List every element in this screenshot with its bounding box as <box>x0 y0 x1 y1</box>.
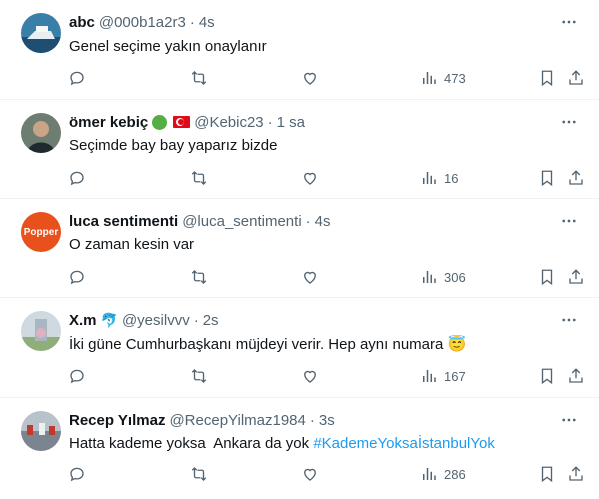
user-handle[interactable]: @000b1a2r3 <box>99 14 186 31</box>
display-name[interactable]: abc <box>69 14 95 31</box>
hashtag-link[interactable]: #KademeYoksaİstanbulYok <box>313 435 495 452</box>
bookmark-icon[interactable] <box>538 68 556 88</box>
green-circle-icon <box>152 114 168 130</box>
views-count: 473 <box>444 70 466 86</box>
separator: · <box>193 311 199 329</box>
action-bar: 306 <box>60 267 599 287</box>
reply-icon[interactable] <box>68 464 86 484</box>
tweet-text: Hatta kademe yoksa Ankara da yok #Kademe… <box>69 435 495 452</box>
reply-icon[interactable] <box>68 168 86 188</box>
avatar[interactable]: Popper <box>21 212 61 252</box>
bookmark-icon[interactable] <box>538 267 556 287</box>
user-handle[interactable]: @Kebic23 <box>194 114 263 131</box>
views-button[interactable]: 16 <box>420 168 458 188</box>
timestamp[interactable]: 1 sa <box>277 114 305 131</box>
more-icon[interactable] <box>559 112 579 132</box>
views-icon <box>420 69 438 87</box>
views-count: 306 <box>444 269 466 285</box>
views-icon <box>420 367 438 385</box>
user-handle[interactable]: @yesilvvv <box>122 312 190 329</box>
separator: · <box>309 411 315 429</box>
retweet-icon[interactable] <box>190 68 208 88</box>
views-count: 167 <box>444 368 466 384</box>
action-bar: 286 <box>60 464 599 484</box>
share-icon[interactable] <box>567 464 585 484</box>
timestamp[interactable]: 2s <box>203 312 219 329</box>
bookmark-icon[interactable] <box>538 168 556 188</box>
tweet-text: Genel seçime yakın onaylanır <box>69 38 267 55</box>
tweet[interactable]: Recep Yılmaz @RecepYilmaz1984 · 3s Hatta… <box>0 398 599 499</box>
bookmark-icon[interactable] <box>538 366 556 386</box>
retweet-icon[interactable] <box>190 267 208 287</box>
views-icon <box>420 465 438 483</box>
tweet-header: Recep Yılmaz @RecepYilmaz1984 · 3s <box>69 410 335 430</box>
views-count: 16 <box>444 170 459 186</box>
tweet-text-body: İki güne Cumhurbaşkanı müjdeyi verir. He… <box>69 336 444 353</box>
avatar[interactable] <box>21 113 61 153</box>
views-button[interactable]: 167 <box>420 366 466 386</box>
views-button[interactable]: 473 <box>420 68 466 88</box>
avatar[interactable] <box>21 311 61 351</box>
tweet[interactable]: ömer kebiç @Kebic23 · 1 sa Seçimde bay b… <box>0 100 599 199</box>
user-handle[interactable]: @luca_sentimenti <box>182 213 301 230</box>
more-icon[interactable] <box>559 211 579 231</box>
action-bar: 167 <box>60 366 599 386</box>
views-button[interactable]: 286 <box>420 464 466 484</box>
action-bar: 16 <box>60 168 599 188</box>
views-icon <box>420 169 438 187</box>
user-handle[interactable]: @RecepYilmaz1984 <box>169 412 305 429</box>
retweet-icon[interactable] <box>190 464 208 484</box>
display-name[interactable]: X.m <box>69 312 97 329</box>
tweet-header: X.m 🐬 @yesilvvv · 2s <box>69 310 219 330</box>
avatar[interactable] <box>21 13 61 53</box>
action-bar: 473 <box>60 68 599 88</box>
separator: · <box>189 13 195 31</box>
tweet-text: O zaman kesin var <box>69 236 195 253</box>
like-icon[interactable] <box>301 168 319 188</box>
reply-icon[interactable] <box>68 366 86 386</box>
retweet-icon[interactable] <box>190 168 208 188</box>
retweet-icon[interactable] <box>190 366 208 386</box>
avatar-logo-text: Popper <box>23 226 59 238</box>
like-icon[interactable] <box>301 464 319 484</box>
bookmark-icon[interactable] <box>538 464 556 484</box>
timestamp[interactable]: 3s <box>319 412 335 429</box>
reply-icon[interactable] <box>68 267 86 287</box>
more-icon[interactable] <box>559 12 579 32</box>
tweet[interactable]: X.m 🐬 @yesilvvv · 2s İki güne Cumhurbaşk… <box>0 298 599 398</box>
more-icon[interactable] <box>559 410 579 430</box>
tweet-header: abc @000b1a2r3 · 4s <box>69 12 215 32</box>
more-icon[interactable] <box>559 310 579 330</box>
share-icon[interactable] <box>567 68 585 88</box>
separator: · <box>305 212 311 230</box>
dolphin-icon: 🐬 <box>100 311 118 328</box>
views-button[interactable]: 306 <box>420 267 466 287</box>
display-name[interactable]: Recep Yılmaz <box>69 412 165 429</box>
like-icon[interactable] <box>301 366 319 386</box>
tweet-header: ömer kebiç @Kebic23 · 1 sa <box>69 112 305 132</box>
separator: · <box>267 113 273 131</box>
tweet-header: luca sentimenti @luca_sentimenti · 4s <box>69 211 331 231</box>
share-icon[interactable] <box>567 267 585 287</box>
timestamp[interactable]: 4s <box>199 14 215 31</box>
views-count: 286 <box>444 466 466 482</box>
turkey-flag-icon <box>173 116 191 128</box>
display-name[interactable]: luca sentimenti <box>69 213 178 230</box>
tweet-text: İki güne Cumhurbaşkanı müjdeyi verir. He… <box>69 335 466 353</box>
reply-icon[interactable] <box>68 68 86 88</box>
like-icon[interactable] <box>301 68 319 88</box>
timestamp[interactable]: 4s <box>315 213 331 230</box>
share-icon[interactable] <box>567 366 585 386</box>
timeline-feed: abc @000b1a2r3 · 4s Genel seçime yakın o… <box>0 0 599 499</box>
tweet[interactable]: Popper luca sentimenti @luca_sentimenti … <box>0 199 599 298</box>
tweet-text-body: Hatta kademe yoksa Ankara da yok <box>69 435 310 452</box>
avatar[interactable] <box>21 411 61 451</box>
tweet-text: Seçimde bay bay yaparız bizde <box>69 137 278 154</box>
views-icon <box>420 268 438 286</box>
share-icon[interactable] <box>567 168 585 188</box>
like-icon[interactable] <box>301 267 319 287</box>
smiling-halo-emoji: 😇 <box>447 336 467 353</box>
tweet[interactable]: abc @000b1a2r3 · 4s Genel seçime yakın o… <box>0 0 599 100</box>
display-name[interactable]: ömer kebiç <box>69 114 148 131</box>
